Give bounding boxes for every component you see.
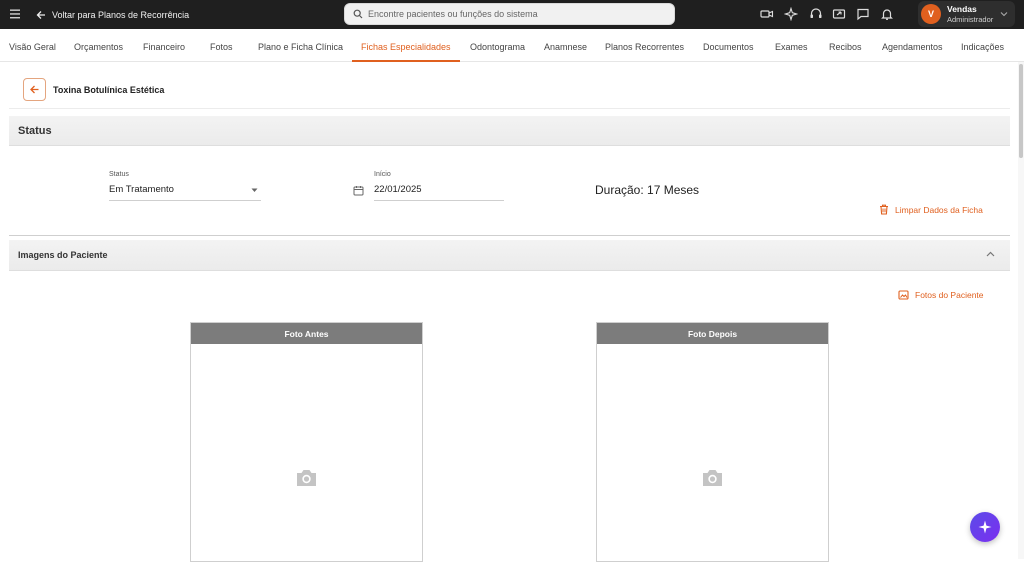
patient-photos-label: Fotos do Paciente: [915, 290, 984, 300]
user-role: Administrador: [947, 15, 994, 24]
images-section-title: Imagens do Paciente: [18, 250, 108, 260]
status-section-header: Status: [9, 116, 1010, 146]
back-to-plans-link[interactable]: Voltar para Planos de Recorrência: [36, 8, 189, 21]
video-icon[interactable]: [760, 7, 774, 21]
after-photo-label: Foto Depois: [597, 323, 828, 344]
status-select-value: Em Tratamento: [109, 184, 174, 195]
search-input[interactable]: Encontre pacientes ou funções do sistema: [344, 3, 675, 25]
clear-data-button[interactable]: Limpar Dados da Ficha: [879, 204, 983, 215]
chevron-up-icon[interactable]: [986, 251, 995, 257]
bell-icon[interactable]: [880, 7, 894, 21]
sparkle-icon[interactable]: [784, 7, 798, 21]
camera-icon: [703, 470, 722, 486]
tab-planos-recorrentes[interactable]: Planos Recorrentes: [605, 42, 684, 52]
trash-icon: [880, 204, 888, 215]
tab-visao-geral[interactable]: Visão Geral: [9, 42, 56, 52]
screen-share-icon[interactable]: [832, 7, 846, 21]
page-title: Toxina Botulínica Estética: [53, 85, 165, 95]
tab-fotos[interactable]: Fotos: [210, 42, 233, 52]
duration-text: Duração: 17 Meses: [595, 183, 700, 197]
caret-down-icon: [251, 188, 258, 192]
tab-fichas-especialidades[interactable]: Fichas Especialidades: [361, 42, 451, 52]
status-section-title: Status: [18, 125, 52, 137]
inicio-field-label: Início: [374, 171, 391, 178]
tab-odontograma[interactable]: Odontograma: [470, 42, 525, 52]
tab-agendamentos[interactable]: Agendamentos: [882, 42, 943, 52]
tab-bar: Visão Geral Orçamentos Financeiro Fotos …: [0, 29, 1024, 62]
tab-plano-ficha-clinica[interactable]: Plano e Ficha Clínica: [258, 42, 343, 52]
status-select[interactable]: Em Tratamento: [109, 182, 261, 200]
menu-icon[interactable]: [9, 7, 23, 21]
divider: [9, 108, 1010, 109]
top-bar: Voltar para Planos de Recorrência Encont…: [0, 0, 1024, 29]
scrollbar-thumb[interactable]: [1019, 64, 1023, 158]
after-photo-card[interactable]: Foto Depois: [596, 322, 829, 562]
image-icon: [898, 290, 909, 300]
tab-anamnese[interactable]: Anamnese: [544, 42, 587, 52]
tab-documentos[interactable]: Documentos: [703, 42, 754, 52]
headset-icon[interactable]: [809, 7, 823, 21]
avatar: V: [921, 4, 941, 24]
tab-indicacoes[interactable]: Indicações: [961, 42, 1004, 52]
before-photo-label: Foto Antes: [191, 323, 422, 344]
arrow-left-icon: [30, 85, 39, 94]
active-tab-indicator: [352, 60, 460, 62]
status-field-label: Status: [109, 171, 129, 178]
tab-recibos[interactable]: Recibos: [829, 42, 862, 52]
patient-photos-button[interactable]: Fotos do Paciente: [898, 290, 984, 300]
back-link-label: Voltar para Planos de Recorrência: [52, 9, 190, 20]
search-placeholder: Encontre pacientes ou funções do sistema: [368, 9, 538, 19]
vertical-scrollbar[interactable]: [1018, 62, 1024, 559]
sparkle-icon: [978, 520, 992, 534]
clear-data-label: Limpar Dados da Ficha: [895, 204, 983, 215]
images-section-header[interactable]: Imagens do Paciente: [9, 240, 1010, 271]
inicio-underline: [374, 200, 504, 201]
tab-orcamentos[interactable]: Orçamentos: [74, 42, 123, 52]
search-icon: [353, 9, 363, 19]
before-photo-card[interactable]: Foto Antes: [190, 322, 423, 562]
arrow-left-icon: [36, 10, 45, 19]
tab-financeiro[interactable]: Financeiro: [143, 42, 185, 52]
user-menu[interactable]: V Vendas Administrador: [918, 1, 1015, 27]
tab-exames[interactable]: Exames: [775, 42, 808, 52]
inicio-date-input[interactable]: 22/01/2025: [374, 184, 422, 195]
camera-icon: [297, 470, 316, 486]
user-name: Vendas: [947, 4, 977, 14]
back-button[interactable]: [23, 78, 46, 101]
status-underline: [109, 200, 261, 201]
calendar-icon[interactable]: [353, 185, 364, 196]
divider: [9, 235, 1010, 236]
ai-assistant-button[interactable]: [970, 512, 1000, 542]
chevron-down-icon: [1000, 12, 1008, 17]
chat-icon[interactable]: [856, 7, 870, 21]
